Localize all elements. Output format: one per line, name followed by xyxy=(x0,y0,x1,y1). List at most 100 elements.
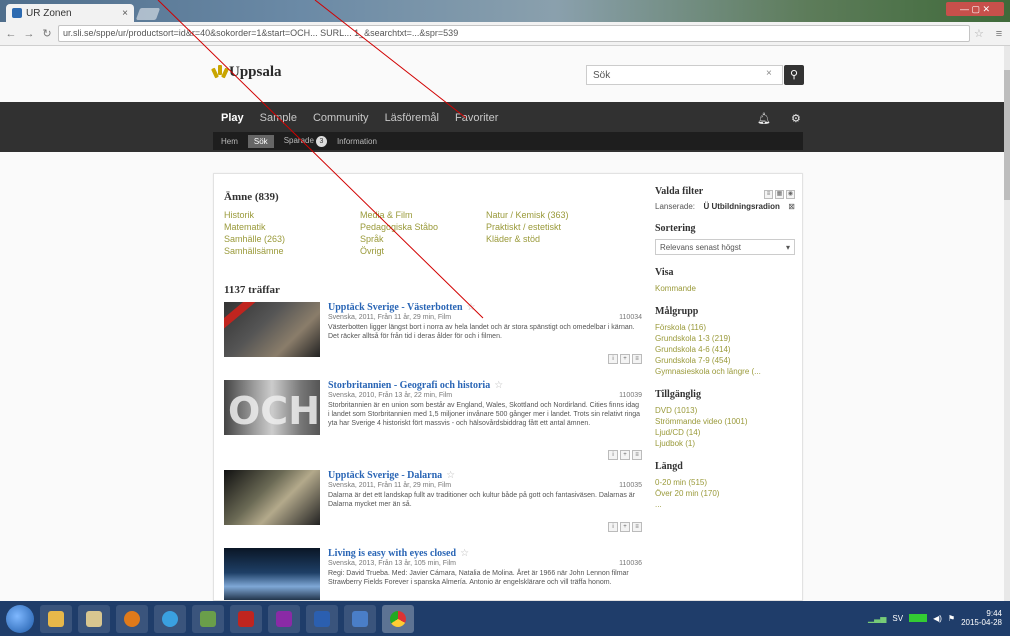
search-input[interactable] xyxy=(586,65,783,85)
result-title-link[interactable]: Storbritannien - Geografi och historia ☆ xyxy=(328,380,503,391)
result-info-icon[interactable]: i xyxy=(608,522,618,532)
taskbar-outlook[interactable] xyxy=(116,604,148,633)
view-rss-icon[interactable]: ◉ xyxy=(786,189,795,199)
amne-link[interactable]: Natur / Kemisk (363) xyxy=(486,210,616,220)
selected-filters-title: Valda filter xyxy=(655,186,704,197)
nav-item-play[interactable]: Play xyxy=(221,112,244,124)
bell-icon[interactable]: 🔔︎ xyxy=(757,112,771,125)
taskbar-chrome[interactable] xyxy=(382,604,414,633)
start-button[interactable] xyxy=(6,604,34,633)
taskbar-clock[interactable]: 9:44 2015-04-28 xyxy=(961,609,1002,627)
result-add-icon[interactable]: + xyxy=(620,354,630,364)
subnav-item-information[interactable]: Information xyxy=(337,137,377,146)
result-thumbnail[interactable] xyxy=(224,470,320,525)
tab-close-icon[interactable]: × xyxy=(122,8,128,19)
malgrupp-item[interactable]: Förskola (116) xyxy=(655,322,795,333)
tillganglig-item[interactable]: DVD (1013) xyxy=(655,405,795,416)
malgrupp-item[interactable]: Gymnasieskola och längre (... xyxy=(655,366,795,377)
tillganglig-item[interactable]: Ljudbok (1) xyxy=(655,438,795,449)
windows-taskbar: ▁▃▅ SV ◀) ⚑ 9:44 2015-04-28 xyxy=(0,601,1010,636)
window-controls[interactable]: — ▢ ✕ xyxy=(946,2,1004,16)
nav-item-lasforemal[interactable]: Läsföremål xyxy=(385,112,439,124)
tillganglig-item[interactable]: Strömmande video (1001) xyxy=(655,416,795,427)
menu-icon[interactable]: ≡ xyxy=(992,27,1006,41)
result-list-icon[interactable]: ≡ xyxy=(632,354,642,364)
view-grid-icon[interactable]: ▦ xyxy=(775,189,784,199)
remove-filter-icon[interactable]: ⊠ xyxy=(788,202,795,211)
battery-icon[interactable] xyxy=(909,614,928,622)
amne-link[interactable]: Samhälle (263) xyxy=(224,234,360,244)
result-code: 110034 xyxy=(619,314,642,321)
browser-tab-strip: UR Zonen × — ▢ ✕ xyxy=(0,0,1010,22)
sort-select[interactable]: Relevans senast högst ▾ xyxy=(655,239,795,255)
langd-item[interactable]: 0-20 min (515) xyxy=(655,477,795,488)
bookmark-star-icon[interactable]: ☆ xyxy=(974,27,988,40)
result-title-link[interactable]: Living is easy with eyes closed ☆ xyxy=(328,548,469,559)
amne-link[interactable]: Media & Film xyxy=(360,210,486,220)
malgrupp-item[interactable]: Grundskola 4-6 (414) xyxy=(655,344,795,355)
onenote-icon xyxy=(276,610,292,627)
och-logo-thumb-icon: OCH xyxy=(228,389,320,433)
taskbar-ie[interactable] xyxy=(154,604,186,633)
langd-item[interactable]: ... xyxy=(655,499,795,510)
taskbar-word[interactable] xyxy=(306,604,338,633)
taskbar-files[interactable] xyxy=(78,604,110,633)
signal-icon[interactable]: ▁▃▅ xyxy=(868,614,886,623)
nav-item-community[interactable]: Community xyxy=(313,112,369,124)
amne-link[interactable]: Praktiskt / estetiskt xyxy=(486,222,616,232)
amne-link[interactable]: Kläder & stöd xyxy=(486,234,616,244)
browser-tab[interactable]: UR Zonen × xyxy=(6,4,134,22)
subnav-item-sok[interactable]: Sök xyxy=(247,134,274,148)
reload-icon[interactable]: ↻ xyxy=(40,27,54,41)
favorite-star-icon[interactable]: ☆ xyxy=(460,548,469,559)
result-title-link[interactable]: Upptäck Sverige - Dalarna ☆ xyxy=(328,470,455,481)
result-thumbnail[interactable] xyxy=(224,302,320,357)
subnav-item-sparade[interactable]: Sparade 3 xyxy=(284,135,327,147)
amne-link[interactable]: Matematik xyxy=(224,222,360,232)
search-button[interactable]: ⚲ xyxy=(784,65,804,85)
result-thumbnail[interactable]: OCH xyxy=(224,380,320,435)
gear-icon[interactable]: ⚙ xyxy=(791,112,801,125)
result-list-icon[interactable]: ≡ xyxy=(632,522,642,532)
favorite-star-icon[interactable]: ☆ xyxy=(494,380,503,391)
amne-link[interactable]: Övrigt xyxy=(360,246,486,256)
taskbar-filezilla[interactable] xyxy=(230,604,262,633)
address-bar[interactable]: ur.sli.se/sppe/ur/productsort=id&r=40&so… xyxy=(58,25,970,42)
new-tab-button[interactable] xyxy=(135,8,161,20)
result-add-icon[interactable]: + xyxy=(620,522,630,532)
result-info-icon[interactable]: i xyxy=(608,450,618,460)
amne-link[interactable]: Pedagogiska Ståbo xyxy=(360,222,486,232)
nav-item-favoriter[interactable]: Favoriter xyxy=(455,112,498,124)
flag-icon[interactable]: ⚑ xyxy=(948,614,955,623)
favorite-star-icon[interactable]: ☆ xyxy=(467,302,476,313)
favorite-star-icon[interactable]: ☆ xyxy=(446,470,455,481)
result-info-icon[interactable]: i xyxy=(608,354,618,364)
forward-arrow-icon[interactable]: → xyxy=(22,27,36,41)
subnav-item-hem[interactable]: Hem xyxy=(221,137,238,146)
page-scrollbar-thumb[interactable] xyxy=(1004,70,1010,200)
taskbar-explorer[interactable] xyxy=(40,604,72,633)
amne-link[interactable]: Samhällsämne xyxy=(224,246,360,256)
result-thumbnail[interactable] xyxy=(224,548,320,600)
taskbar-app[interactable] xyxy=(192,604,224,633)
malgrupp-item[interactable]: Grundskola 1-3 (219) xyxy=(655,333,795,344)
tillganglig-item[interactable]: Ljud/CD (14) xyxy=(655,427,795,438)
visa-item[interactable]: Kommande xyxy=(655,283,795,294)
amne-link[interactable]: Språk xyxy=(360,234,486,244)
result-title-link[interactable]: Upptäck Sverige - Västerbotten ☆ xyxy=(328,302,476,313)
volume-icon[interactable]: ◀) xyxy=(933,614,942,623)
nav-item-sample[interactable]: Sample xyxy=(260,112,297,124)
back-arrow-icon[interactable]: ← xyxy=(4,27,18,41)
lang-indicator[interactable]: SV xyxy=(892,614,903,623)
result-list-icon[interactable]: ≡ xyxy=(632,450,642,460)
taskbar-network[interactable] xyxy=(344,604,376,633)
view-list-icon[interactable]: ≡ xyxy=(764,189,773,199)
amne-link[interactable]: Historik xyxy=(224,210,360,220)
langd-item[interactable]: Över 20 min (170) xyxy=(655,488,795,499)
active-filter: Lanserade: Ü Utbildningsradion ⊠ xyxy=(655,202,795,211)
taskbar-onenote[interactable] xyxy=(268,604,300,633)
site-logo[interactable]: Uppsala xyxy=(211,64,282,81)
search-clear-icon[interactable]: × xyxy=(766,68,772,79)
malgrupp-item[interactable]: Grundskola 7-9 (454) xyxy=(655,355,795,366)
result-add-icon[interactable]: + xyxy=(620,450,630,460)
